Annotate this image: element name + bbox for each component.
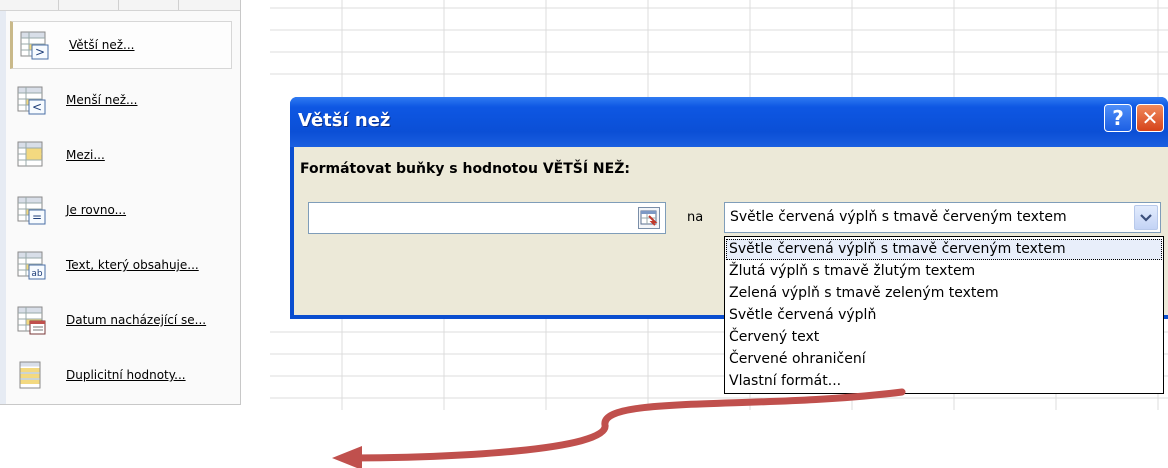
dialog-titlebar[interactable]: Větší než ? ✕	[290, 97, 1168, 147]
dialog-title: Větší než	[298, 110, 391, 131]
menu-item-greater-than[interactable]: > Větší než...	[10, 21, 232, 69]
menu-item-label: Datum nacházející se...	[66, 313, 207, 327]
date-occurring-icon	[17, 306, 46, 335]
format-option[interactable]: Světle červená výplň s tmavě červeným te…	[726, 239, 1162, 260]
menu-item-less-than[interactable]: < Menší než...	[10, 76, 232, 124]
close-icon: ✕	[1141, 106, 1159, 130]
cell-reference-button[interactable]	[638, 207, 660, 229]
equal-to-icon: =	[17, 196, 46, 225]
svg-text:<: <	[32, 100, 42, 114]
svg-text:ab: ab	[31, 269, 43, 279]
format-option[interactable]: Žlutá výplň s tmavě žlutým textem	[726, 261, 1162, 282]
menu-item-date-occurring[interactable]: Datum nacházející se...	[10, 296, 232, 344]
format-option[interactable]: Zelená výplň s tmavě zeleným textem	[726, 283, 1162, 304]
between-icon	[17, 141, 43, 167]
conditional-format-menu: > Větší než... < Menší než... Mezi... = …	[0, 0, 241, 405]
value-input[interactable]	[308, 202, 666, 234]
menu-item-duplicate-values[interactable]: Duplicitní hodnoty...	[10, 351, 232, 399]
menu-item-equal-to[interactable]: = Je rovno...	[10, 186, 232, 234]
text-contains-icon: ab	[17, 251, 46, 280]
menu-top-strip	[0, 0, 240, 11]
svg-text:=: =	[32, 210, 42, 224]
help-button[interactable]: ?	[1104, 104, 1132, 132]
menu-item-text-contains[interactable]: ab Text, který obsahuje...	[10, 241, 232, 289]
dropdown-button[interactable]	[1134, 205, 1158, 230]
format-option[interactable]: Červené ohraničení	[726, 349, 1162, 370]
format-options-list: Světle červená výplň s tmavě červeným te…	[724, 236, 1164, 394]
collapse-dialog-icon	[640, 210, 658, 226]
format-option[interactable]: Světle červená výplň	[726, 305, 1162, 326]
menu-item-label: Mezi...	[66, 148, 105, 162]
menu-item-label: Duplicitní hodnoty...	[66, 368, 186, 382]
duplicate-values-icon	[19, 361, 41, 389]
dialog-prompt: Formátovat buňky s hodnotou VĚTŠÍ NEŽ:	[300, 161, 630, 177]
format-select-value: Světle červená výplň s tmavě červeným te…	[730, 209, 1067, 225]
with-label: na	[687, 210, 704, 225]
menu-item-label: Text, který obsahuje...	[66, 258, 199, 272]
menu-item-label: Je rovno...	[66, 203, 127, 217]
menu-item-label: Menší než...	[66, 93, 138, 107]
less-than-icon: <	[17, 86, 46, 115]
format-select[interactable]: Světle červená výplň s tmavě červeným te…	[724, 202, 1161, 233]
svg-text:>: >	[35, 45, 45, 59]
close-button[interactable]: ✕	[1136, 104, 1164, 132]
format-option[interactable]: Červený text	[726, 327, 1162, 348]
menu-item-label: Větší než...	[69, 38, 135, 52]
menu-item-between[interactable]: Mezi...	[10, 131, 232, 179]
format-option[interactable]: Vlastní formát...	[726, 371, 1162, 392]
menu-gutter	[0, 11, 6, 404]
greater-than-icon: >	[20, 31, 49, 60]
chevron-down-icon	[1140, 214, 1152, 222]
help-icon: ?	[1112, 106, 1124, 130]
